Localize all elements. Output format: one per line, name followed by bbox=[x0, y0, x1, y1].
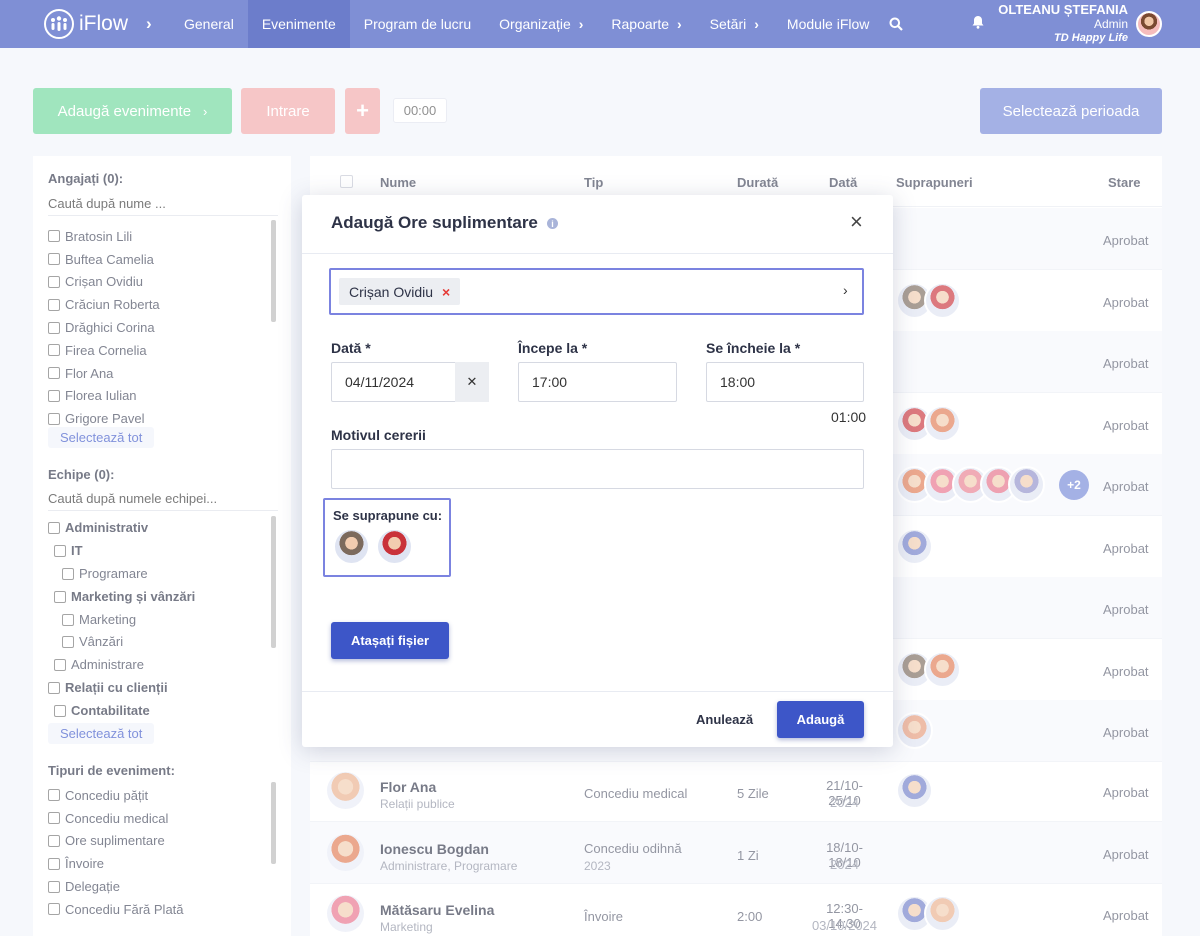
employee-selector[interactable]: Crișan Ovidiu × › bbox=[329, 268, 864, 315]
app-logo[interactable]: iFlow › bbox=[44, 9, 174, 39]
reason-field[interactable] bbox=[331, 449, 864, 489]
user-menu[interactable]: OLTEANU ȘTEFANIA Admin TD Happy Life bbox=[972, 0, 1162, 48]
employee-chip: Crișan Ovidiu × bbox=[339, 278, 461, 305]
remove-chip-icon[interactable]: × bbox=[442, 284, 450, 300]
search-icon[interactable] bbox=[889, 0, 904, 48]
bell-icon[interactable] bbox=[972, 15, 984, 34]
attach-file-button[interactable]: Atașați fișier bbox=[331, 622, 449, 659]
chevron-right-icon: › bbox=[578, 16, 584, 32]
chevron-right-icon: › bbox=[677, 16, 682, 32]
close-icon[interactable]: × bbox=[850, 211, 863, 233]
employee-chip-label: Crișan Ovidiu bbox=[349, 283, 434, 300]
clear-date-icon[interactable]: ✕ bbox=[455, 362, 489, 402]
user-info: OLTEANU ȘTEFANIA Admin TD Happy Life bbox=[998, 3, 1128, 45]
overlap-label: Se suprapune cu: bbox=[333, 508, 443, 523]
end-label: Se încheie la * bbox=[706, 340, 801, 356]
reason-label: Motivul cererii bbox=[331, 427, 426, 443]
nav-item-label: Setări bbox=[709, 16, 747, 32]
duration-value: 01:00 bbox=[831, 409, 867, 425]
top-navbar: iFlow › General Evenimente Program de lucr… bbox=[0, 0, 1200, 48]
end-time-field[interactable]: 18:00 bbox=[706, 362, 864, 402]
chevron-right-icon[interactable]: › bbox=[146, 14, 152, 34]
nav-item-label: Organizație bbox=[499, 16, 571, 32]
app-name: iFlow bbox=[79, 12, 129, 35]
chevron-right-icon: › bbox=[754, 16, 759, 32]
overlap-box: Se suprapune cu: bbox=[323, 498, 451, 577]
nav-item-label: General bbox=[184, 16, 234, 32]
nav-item-3[interactable]: Organizație › bbox=[485, 0, 597, 48]
user-avatar[interactable] bbox=[1136, 11, 1162, 37]
info-icon[interactable]: i bbox=[547, 218, 558, 229]
nav-item-label: Evenimente bbox=[261, 16, 336, 32]
user-name: OLTEANU ȘTEFANIA bbox=[998, 2, 1128, 17]
nav-item-label: Rapoarte bbox=[611, 16, 669, 32]
start-label: Începe la * bbox=[518, 340, 588, 356]
nav-item-2[interactable]: Program de lucru bbox=[350, 0, 485, 48]
nav-item-label: Module iFlow bbox=[786, 16, 870, 32]
nav-item-label: Program de lucru bbox=[363, 16, 472, 32]
nav-item-1[interactable]: Evenimente bbox=[247, 0, 350, 48]
modal-title: Adaugă Ore suplimentare bbox=[331, 213, 538, 232]
nav-item-5[interactable]: Setări › bbox=[696, 0, 773, 48]
nav-item-6[interactable]: Module iFlow bbox=[773, 0, 883, 48]
user-role: Admin bbox=[1093, 17, 1128, 31]
cancel-button[interactable]: Anulează bbox=[696, 712, 753, 727]
logo-people-icon bbox=[44, 9, 74, 39]
modal-footer-divider bbox=[302, 691, 893, 692]
add-button[interactable]: Adaugă bbox=[777, 701, 864, 738]
overlap-avatar bbox=[333, 528, 370, 565]
user-company: TD Happy Life bbox=[1054, 32, 1128, 44]
chevron-right-icon[interactable]: › bbox=[843, 282, 848, 298]
overlap-avatar bbox=[376, 528, 413, 565]
modal-divider bbox=[302, 253, 893, 254]
nav-item-0[interactable]: General bbox=[170, 0, 248, 48]
main-nav: General Evenimente Program de lucru Organiz… bbox=[170, 0, 883, 48]
nav-item-4[interactable]: Rapoarte › bbox=[597, 0, 695, 48]
date-label: Dată * bbox=[331, 340, 371, 356]
add-overtime-modal: Adaugă Ore suplimentare i × Crișan Ovidi… bbox=[302, 195, 893, 747]
start-time-field[interactable]: 17:00 bbox=[518, 362, 677, 402]
